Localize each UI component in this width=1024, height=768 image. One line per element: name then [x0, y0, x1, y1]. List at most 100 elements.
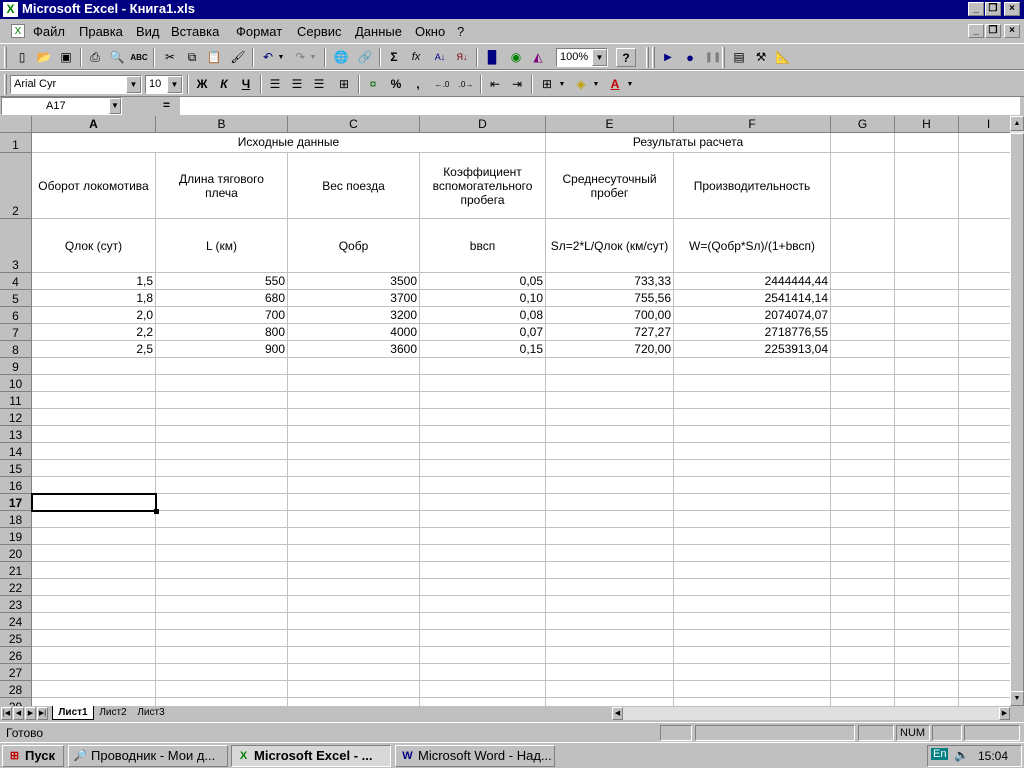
decrease-decimal-icon[interactable]: .0→ — [456, 75, 476, 94]
column-header-e[interactable]: E — [546, 116, 674, 133]
grid-cell[interactable] — [959, 528, 1010, 545]
grid-cell[interactable] — [420, 494, 546, 511]
grid-cell[interactable] — [546, 409, 674, 426]
restore-button[interactable]: ❐ — [985, 2, 1001, 16]
percent-style-button[interactable]: % — [386, 75, 406, 94]
minimize-button[interactable]: _ — [968, 2, 984, 16]
close-button[interactable]: × — [1004, 2, 1020, 16]
taskbar-explorer[interactable]: 🔎 Проводник - Мои д... — [68, 745, 228, 767]
column-title[interactable]: Оборот локомотива — [32, 153, 156, 219]
row-header-11[interactable]: 11 — [0, 392, 32, 409]
row-header-20[interactable]: 20 — [0, 545, 32, 562]
undo-icon[interactable]: ↶ — [258, 48, 278, 67]
row-header-21[interactable]: 21 — [0, 562, 32, 579]
doc-close-button[interactable]: × — [1004, 24, 1020, 38]
selected-cell-cursor[interactable] — [31, 493, 157, 512]
grid-cell[interactable] — [156, 511, 288, 528]
row-header-5[interactable]: 5 — [0, 290, 32, 307]
font-color-icon[interactable]: A — [605, 75, 625, 94]
format-painter-icon[interactable]: 🖌 — [228, 48, 248, 67]
grid-cell[interactable] — [156, 613, 288, 630]
grid-cell[interactable] — [32, 630, 156, 647]
data-cell[interactable]: 733,33 — [546, 273, 674, 290]
column-formula[interactable]: Sл=2*L/Qлок (км/сут) — [546, 219, 674, 273]
data-cell[interactable]: 3600 — [288, 341, 420, 358]
grid-cell[interactable] — [674, 494, 831, 511]
taskbar-word[interactable]: W Microsoft Word - Над... — [395, 745, 555, 767]
row-header-19[interactable]: 19 — [0, 528, 32, 545]
column-header-h[interactable]: H — [895, 116, 959, 133]
row-header-18[interactable]: 18 — [0, 511, 32, 528]
cut-icon[interactable]: ✂ — [160, 48, 180, 67]
grid-cell[interactable] — [831, 647, 895, 664]
column-formula[interactable]: W=(Qобр*Sл)/(1+bвсп) — [674, 219, 831, 273]
grid-cell[interactable] — [420, 528, 546, 545]
data-cell[interactable]: 2,0 — [32, 307, 156, 324]
grid-cell[interactable] — [420, 562, 546, 579]
font-size-select[interactable]: 10 ▼ — [145, 75, 183, 94]
column-title[interactable]: Вес поезда — [288, 153, 420, 219]
copy-icon[interactable]: ⧉ — [182, 48, 202, 67]
scroll-down-icon[interactable]: ▼ — [1010, 691, 1024, 706]
row-header-10[interactable]: 10 — [0, 375, 32, 392]
data-cell[interactable]: 1,8 — [32, 290, 156, 307]
grid-cell[interactable] — [895, 477, 959, 494]
currency-icon[interactable]: ¤ — [363, 75, 383, 94]
grid-cell[interactable] — [420, 477, 546, 494]
scroll-thumb[interactable] — [1010, 133, 1024, 693]
column-header-a[interactable]: A — [32, 116, 156, 133]
grid-cell[interactable] — [831, 375, 895, 392]
grid-cell[interactable] — [895, 630, 959, 647]
grid-cell[interactable] — [895, 307, 959, 324]
grid-cell[interactable] — [156, 392, 288, 409]
grid-cell[interactable] — [546, 647, 674, 664]
sort-ascending-icon[interactable]: A↓ — [430, 48, 450, 67]
grid-cell[interactable] — [156, 426, 288, 443]
grid-cell[interactable] — [288, 409, 420, 426]
grid-cell[interactable] — [831, 596, 895, 613]
grid-cell[interactable] — [32, 613, 156, 630]
data-cell[interactable]: 720,00 — [546, 341, 674, 358]
grid-cell[interactable] — [831, 426, 895, 443]
grid-cell[interactable] — [156, 681, 288, 698]
excel-app-icon[interactable]: X — [3, 2, 18, 17]
grid-cell[interactable] — [32, 579, 156, 596]
column-title[interactable]: Производительность — [674, 153, 831, 219]
grid-cell[interactable] — [32, 409, 156, 426]
grid-cell[interactable] — [546, 426, 674, 443]
office-assistant-icon[interactable]: ? — [616, 48, 636, 67]
grid-cell[interactable] — [32, 698, 156, 706]
paste-icon[interactable]: 📋 — [204, 48, 224, 67]
column-title[interactable]: Коэффициент вспомогательного пробега — [420, 153, 546, 219]
grid-cell[interactable] — [895, 528, 959, 545]
grid-cell[interactable] — [959, 341, 1010, 358]
grid-cell[interactable] — [895, 290, 959, 307]
row-header-25[interactable]: 25 — [0, 630, 32, 647]
grid-cell[interactable] — [831, 273, 895, 290]
data-cell[interactable]: 3500 — [288, 273, 420, 290]
chart-wizard-icon[interactable]: ▐▌ — [482, 48, 502, 67]
row-header-29[interactable]: 29 — [0, 698, 32, 706]
open-folder-icon[interactable]: 📂 — [34, 48, 54, 67]
row-header-23[interactable]: 23 — [0, 596, 32, 613]
grid-cell[interactable] — [288, 443, 420, 460]
spelling-icon[interactable]: ABC — [129, 48, 149, 67]
grid-cell[interactable] — [288, 647, 420, 664]
function-wizard-icon[interactable]: fx — [406, 48, 426, 67]
grid-cell[interactable] — [959, 562, 1010, 579]
grid-cell[interactable] — [156, 579, 288, 596]
grid-cell[interactable] — [546, 494, 674, 511]
scroll-left-icon[interactable]: ◀ — [612, 707, 623, 720]
start-button[interactable]: ⊞ Пуск — [2, 745, 64, 767]
grid-cell[interactable] — [895, 375, 959, 392]
grid-cell[interactable] — [156, 358, 288, 375]
grid-cell[interactable] — [959, 664, 1010, 681]
grid-cell[interactable] — [674, 579, 831, 596]
grid-cell[interactable] — [674, 630, 831, 647]
grid-cell[interactable] — [831, 460, 895, 477]
grid-cell[interactable] — [895, 460, 959, 477]
grid-cell[interactable] — [895, 664, 959, 681]
grid-cell[interactable] — [831, 219, 895, 273]
grid-cell[interactable] — [959, 409, 1010, 426]
undo-dropdown-icon[interactable]: ▼ — [276, 48, 286, 67]
